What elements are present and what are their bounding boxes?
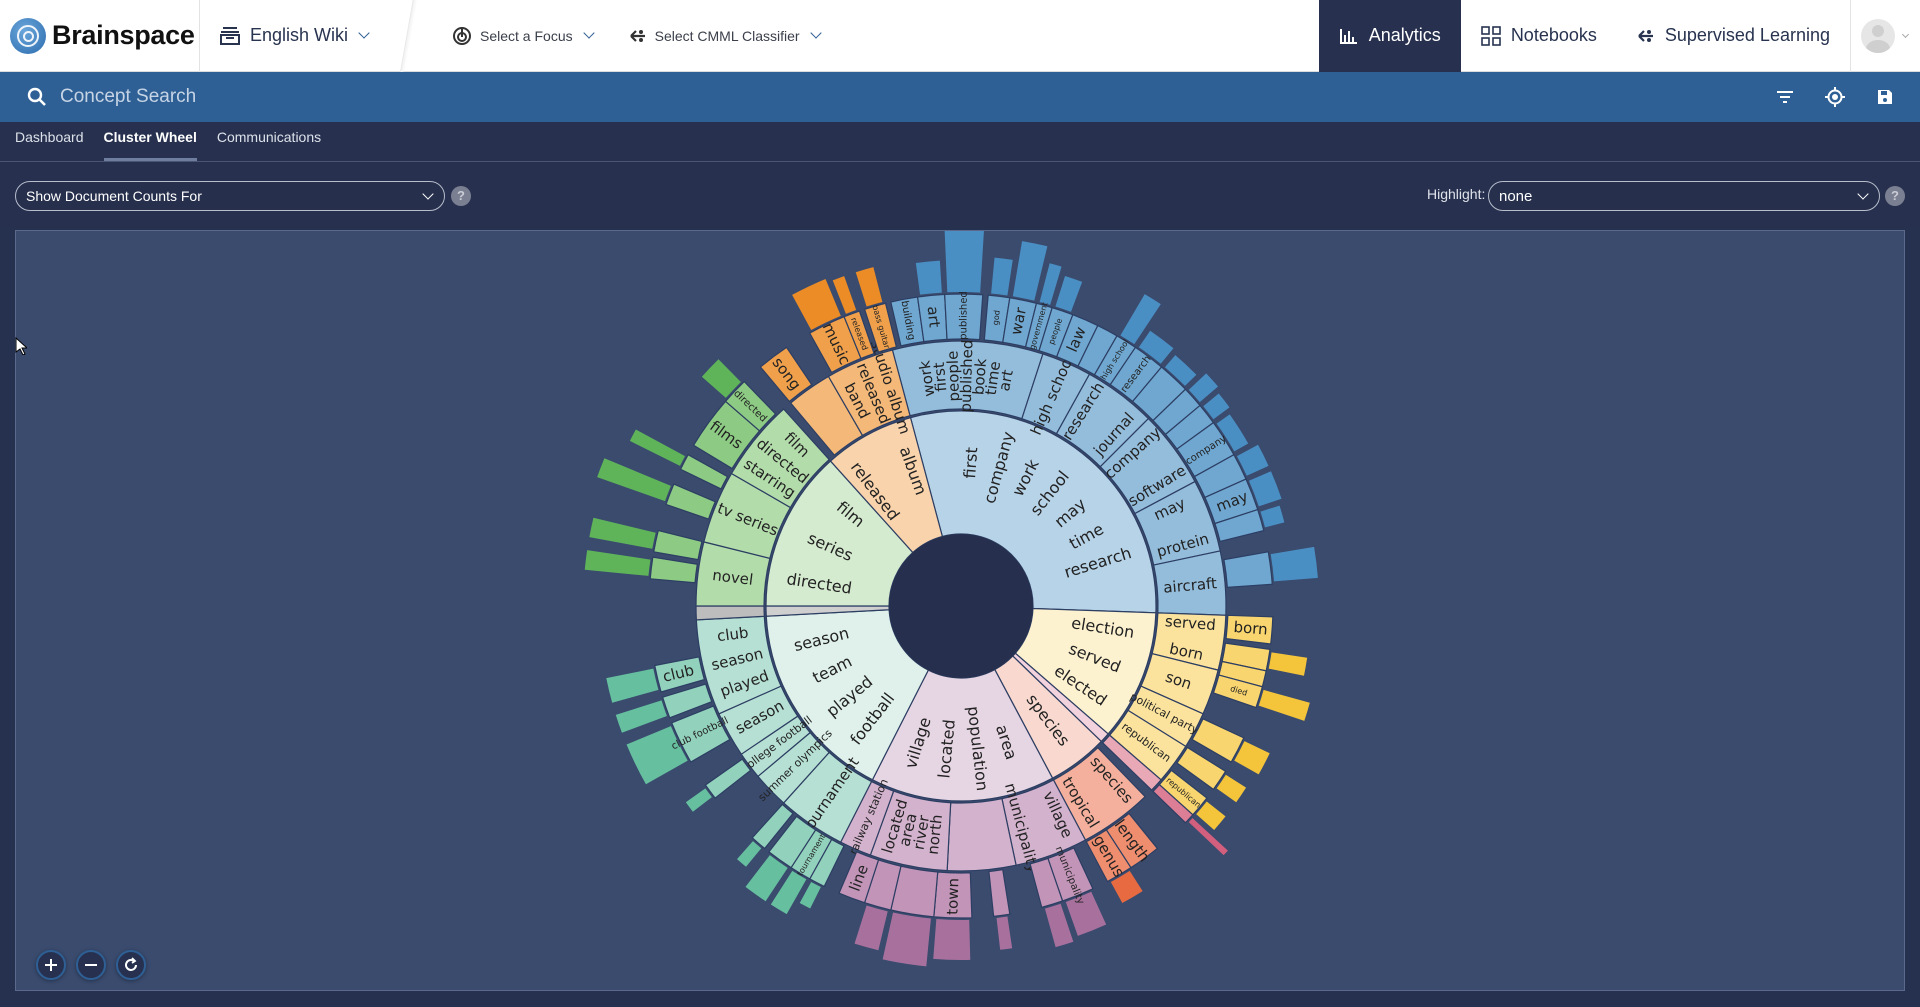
chevron-down-icon xyxy=(1901,30,1910,38)
document-count-bar[interactable] xyxy=(1268,652,1308,676)
document-count-bar[interactable] xyxy=(944,231,985,293)
nav-notebooks-label: Notebooks xyxy=(1510,25,1597,45)
highlight-value: none xyxy=(1499,187,1533,205)
cmml-classifier-selector[interactable]: Select CMML Classifier xyxy=(611,0,838,72)
filter-button[interactable] xyxy=(1760,72,1810,122)
avatar xyxy=(1861,18,1895,53)
minus-icon xyxy=(84,958,98,972)
save-button[interactable] xyxy=(1860,72,1910,122)
document-count-bar[interactable] xyxy=(615,700,667,733)
classifier-network-icon xyxy=(629,28,647,44)
focus-target-icon xyxy=(452,26,472,46)
outer-cluster-label: born xyxy=(1233,618,1268,639)
save-icon xyxy=(1877,89,1893,105)
refresh-icon xyxy=(123,957,139,973)
focus-selector[interactable]: Select a Focus xyxy=(434,0,611,72)
search-icon xyxy=(26,86,48,108)
nav-notebooks[interactable]: Notebooks xyxy=(1461,0,1617,72)
outer-cluster-segment[interactable] xyxy=(988,869,1011,917)
document-count-bar[interactable] xyxy=(629,429,686,466)
document-count-bar[interactable] xyxy=(1055,276,1083,312)
network-icon xyxy=(1637,28,1655,44)
chevron-down-icon xyxy=(1857,188,1869,200)
chevron-down-icon xyxy=(809,27,822,39)
document-count-bar[interactable] xyxy=(606,668,659,703)
outer-cluster-label: town xyxy=(943,878,962,915)
highlight-label: Highlight: xyxy=(1427,186,1486,202)
analytics-tabs: Dashboard Cluster Wheel Communications xyxy=(0,122,1920,162)
top-navigation-bar: Brainspace English Wiki Select a Focus S… xyxy=(0,0,1920,72)
dataset-selector[interactable]: English Wiki xyxy=(200,0,390,72)
document-count-bar[interactable] xyxy=(882,912,931,967)
document-count-bar[interactable] xyxy=(996,916,1013,950)
mouse-cursor-icon xyxy=(15,336,29,360)
nav-analytics[interactable]: Analytics xyxy=(1318,0,1461,72)
outer-cluster-label: god xyxy=(991,310,1002,326)
outer-cluster-label: art xyxy=(924,305,944,328)
help-icon[interactable]: ? xyxy=(1885,186,1905,206)
document-count-bar[interactable] xyxy=(597,458,671,502)
outer-cluster-segment[interactable] xyxy=(649,556,698,584)
outer-cluster-segment[interactable] xyxy=(665,483,717,520)
document-count-bar[interactable] xyxy=(584,550,651,576)
tab-cluster-wheel[interactable]: Cluster Wheel xyxy=(103,121,197,161)
document-count-bar[interactable] xyxy=(855,267,883,307)
document-counts-dropdown[interactable]: Show Document Counts For xyxy=(15,181,445,211)
document-count-bar[interactable] xyxy=(915,260,942,295)
document-count-bar[interactable] xyxy=(1260,505,1285,528)
concept-search-bar xyxy=(0,72,1920,122)
document-count-bar[interactable] xyxy=(685,788,712,812)
focus-selector-label: Select a Focus xyxy=(480,27,573,44)
outer-cluster-segment[interactable] xyxy=(704,758,752,799)
brainspace-logo-icon xyxy=(10,17,46,54)
reset-view-button[interactable] xyxy=(116,950,146,980)
dataset-stack-icon xyxy=(220,26,240,45)
bar-chart-icon xyxy=(1339,27,1359,45)
document-count-bar[interactable] xyxy=(1270,546,1318,582)
plus-icon xyxy=(44,958,58,972)
zoom-in-button[interactable] xyxy=(36,950,66,980)
user-menu[interactable] xyxy=(1850,0,1920,72)
chevron-down-icon xyxy=(582,27,595,39)
wheel-hub[interactable] xyxy=(889,534,1033,678)
dataset-name: English Wiki xyxy=(250,25,349,45)
outer-cluster-label: published xyxy=(958,291,969,340)
document-count-bar[interactable] xyxy=(1012,241,1048,301)
classifier-selector-label: Select CMML Classifier xyxy=(654,27,800,44)
brand-logo[interactable]: Brainspace xyxy=(0,0,200,72)
document-count-bar[interactable] xyxy=(799,881,821,909)
grid-icon xyxy=(1481,25,1501,46)
cluster-wheel-canvas[interactable]: first company work school may time research ele… xyxy=(15,230,1905,991)
document-count-bar[interactable] xyxy=(854,905,888,951)
wheel-controls: Show Document Counts For ? Highlight: no… xyxy=(0,163,1920,227)
document-count-bar[interactable] xyxy=(1258,689,1310,721)
outer-cluster-segment[interactable] xyxy=(653,529,703,561)
document-count-bar[interactable] xyxy=(589,517,656,549)
crosshair-icon xyxy=(1825,87,1845,107)
chevron-down-icon xyxy=(358,27,370,39)
zoom-out-button[interactable] xyxy=(76,950,106,980)
document-count-bar[interactable] xyxy=(991,257,1013,296)
locate-button[interactable] xyxy=(1810,72,1860,122)
tab-communications[interactable]: Communications xyxy=(217,121,321,161)
outer-cluster-segment[interactable] xyxy=(1223,551,1273,589)
chevron-down-icon xyxy=(422,188,434,200)
nav-supervised-learning[interactable]: Supervised Learning xyxy=(1617,0,1850,72)
document-count-bar[interactable] xyxy=(737,841,762,867)
filter-icon xyxy=(1776,90,1794,104)
document-count-bar[interactable] xyxy=(933,919,971,961)
concept-search-input[interactable] xyxy=(60,86,960,108)
tab-dashboard[interactable]: Dashboard xyxy=(15,121,84,161)
document-counts-value: Show Document Counts For xyxy=(26,188,202,204)
cluster-wheel-chart[interactable]: firstcompanyworkschoolmaytimeresearchele… xyxy=(16,231,1906,992)
help-icon[interactable]: ? xyxy=(451,186,471,206)
nav-analytics-label: Analytics xyxy=(1368,25,1441,45)
brand-name: Brainspace xyxy=(52,20,195,50)
inner-cluster-label: first xyxy=(960,447,981,480)
document-count-bar[interactable] xyxy=(1065,891,1107,936)
highlight-dropdown[interactable]: none xyxy=(1488,181,1880,211)
nav-supervised-learning-label: Supervised Learning xyxy=(1664,25,1830,45)
